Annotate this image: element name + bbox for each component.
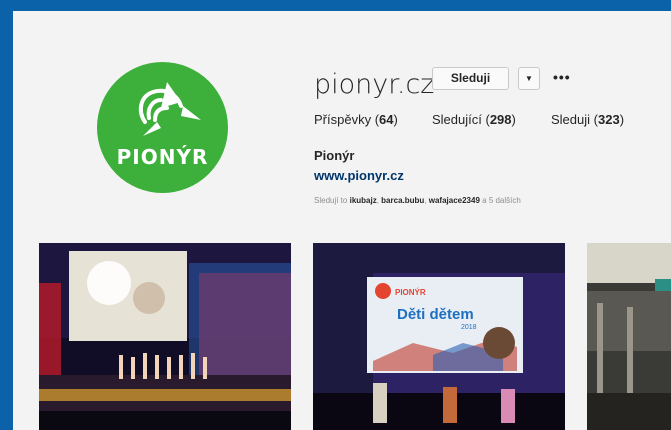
more-options-icon[interactable]: ••• [553, 69, 571, 85]
instagram-profile-window: PIONÝR pionyr.cz Sleduji ▼ ••• Příspěvky… [13, 11, 671, 430]
dance-show-photo [39, 243, 291, 430]
following-label: Sleduji [551, 112, 591, 127]
profile-username: pionyr.cz [314, 69, 435, 100]
profile-full-name: Pionýr [314, 148, 355, 163]
post-thumbnail-hall[interactable] [587, 243, 671, 430]
hall-photo [587, 243, 671, 430]
followed-by-suffix: a 5 dalších [482, 196, 521, 205]
profile-website-link[interactable]: www.pionyr.cz [314, 168, 404, 183]
slide-year: 2018 [461, 324, 477, 331]
posts-value: 64 [379, 112, 394, 127]
slide-brand: PIONÝR [395, 288, 426, 297]
following-button[interactable]: Sleduji [432, 67, 509, 90]
followed-by-user[interactable]: wafajace2349 [429, 196, 480, 205]
following-link[interactable]: Sleduji (323) [551, 112, 624, 127]
suggestions-dropdown-button[interactable]: ▼ [518, 67, 540, 90]
post-thumbnail-dance-show[interactable] [39, 243, 291, 430]
followers-value: 298 [489, 112, 512, 127]
posts-count: Příspěvky (64) [314, 112, 398, 127]
followed-by-text: Sledují to ikubajz, barca.bubu, wafajace… [314, 196, 521, 205]
slide-title: Děti dětem [397, 306, 474, 323]
posts-label: Příspěvky [314, 112, 372, 127]
followed-by-user[interactable]: ikubajz [350, 196, 377, 205]
followers-link[interactable]: Sledující (298) [432, 112, 516, 127]
swallow-logo-icon [138, 82, 201, 136]
followers-label: Sledující [432, 112, 482, 127]
followed-by-user[interactable]: barca.bubu [381, 196, 424, 205]
deti-detem-photo: PIONÝR Děti dětem 2018 [313, 243, 565, 430]
post-thumbnail-deti-detem[interactable]: PIONÝR Děti dětem 2018 [313, 243, 565, 430]
followed-by-prefix: Sledují to [314, 196, 348, 205]
logo-text: PIONÝR [116, 145, 209, 169]
profile-avatar[interactable]: PIONÝR [97, 62, 228, 193]
following-value: 323 [597, 112, 620, 127]
chevron-down-icon: ▼ [525, 74, 533, 83]
